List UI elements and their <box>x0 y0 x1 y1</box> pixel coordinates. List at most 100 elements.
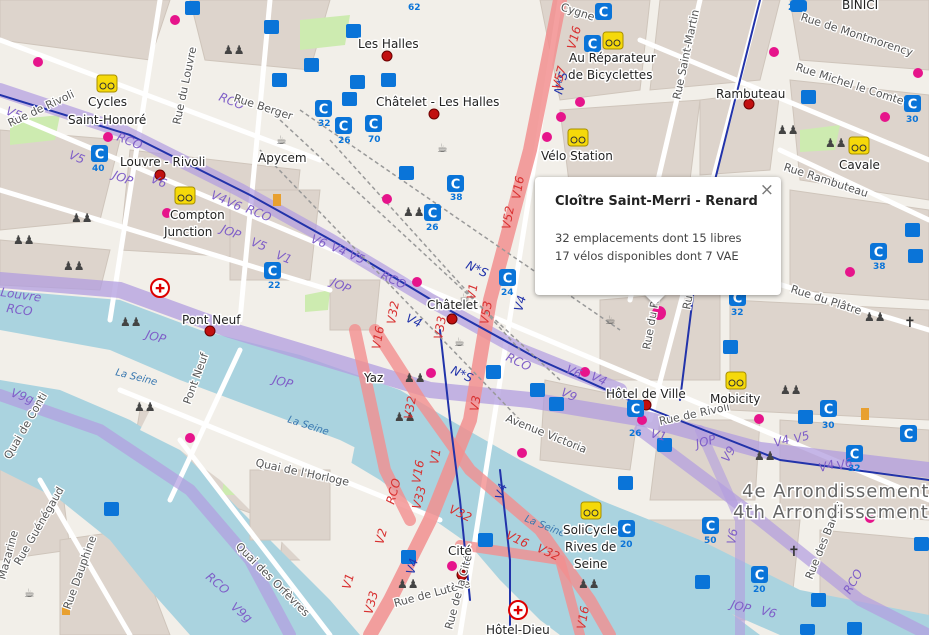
svg-text:♟♟: ♟♟ <box>754 449 776 463</box>
svg-text:Rives de: Rives de <box>565 540 616 554</box>
bike-station-c-icon: C <box>904 95 921 113</box>
bike-station-c-icon: C <box>627 400 644 418</box>
svg-text:C: C <box>339 120 349 135</box>
svg-text:✝: ✝ <box>788 544 800 560</box>
svg-text:C: C <box>268 265 278 280</box>
svg-text:C: C <box>706 520 716 535</box>
svg-text:♟♟: ♟♟ <box>71 211 93 225</box>
svg-text:BINICI: BINICI <box>842 0 878 12</box>
svg-text:Châtelet - Les Halles: Châtelet - Les Halles <box>376 95 499 109</box>
svg-text:♟♟: ♟♟ <box>404 371 426 385</box>
bike-station-c-icon: C <box>595 3 612 21</box>
svg-text:C: C <box>874 246 884 261</box>
svg-text:40: 40 <box>92 164 105 174</box>
svg-text:30: 30 <box>822 421 835 431</box>
svg-text:C: C <box>599 6 609 21</box>
svg-text:☕: ☕ <box>24 586 35 600</box>
bike-shop-icon <box>567 128 589 147</box>
svg-text:4e Arrondissement: 4e Arrondissement <box>742 481 929 502</box>
svg-text:26: 26 <box>629 429 642 439</box>
svg-text:Hôtel-Dieu: Hôtel-Dieu <box>486 623 550 635</box>
bike-shop-icon <box>96 74 118 93</box>
svg-text:C: C <box>622 523 632 538</box>
svg-text:28: 28 <box>788 3 801 13</box>
svg-text:♟♟: ♟♟ <box>825 136 847 150</box>
svg-text:22: 22 <box>268 281 281 291</box>
bike-station-c-icon: C <box>424 204 441 222</box>
bike-station-c-icon: C <box>618 520 635 538</box>
svg-text:Les Halles: Les Halles <box>358 37 419 51</box>
svg-text:Cité: Cité <box>448 544 472 558</box>
svg-text:C: C <box>755 569 765 584</box>
svg-text:26: 26 <box>338 136 351 146</box>
svg-text:26: 26 <box>426 223 439 233</box>
svg-text:SoliCycle: SoliCycle <box>563 523 617 537</box>
svg-text:C: C <box>824 403 834 418</box>
svg-text:♟♟: ♟♟ <box>120 315 142 329</box>
svg-text:♟♟: ♟♟ <box>134 400 156 414</box>
svg-text:C: C <box>451 178 461 193</box>
popup-docks-info: 32 emplacements dont 15 libres <box>555 231 742 245</box>
svg-text:Seine: Seine <box>574 557 607 571</box>
svg-text:C: C <box>319 103 329 118</box>
svg-text:70: 70 <box>368 135 381 145</box>
svg-text:C: C <box>369 118 379 133</box>
popup-pointer <box>644 294 666 305</box>
bike-station-c-icon: C <box>751 566 768 584</box>
svg-text:24: 24 <box>501 288 514 298</box>
station-popup: × Cloître Saint-Merri - Renard 32 emplac… <box>535 177 781 295</box>
svg-text:Châtelet: Châtelet <box>427 298 478 312</box>
hospital-icon: ✚ <box>150 278 170 298</box>
bike-shop-icon <box>174 186 196 205</box>
svg-text:Hôtel de Ville: Hôtel de Ville <box>606 387 686 401</box>
hospital-icon: ✚ <box>508 600 528 620</box>
svg-text:Louvre - Rivoli: Louvre - Rivoli <box>120 155 205 169</box>
svg-text:Cavale: Cavale <box>839 158 880 172</box>
svg-text:☕: ☕ <box>605 313 616 327</box>
svg-text:38: 38 <box>450 193 463 203</box>
svg-text:20: 20 <box>753 585 766 595</box>
svg-text:♟♟: ♟♟ <box>777 123 799 137</box>
svg-text:V1: V1 <box>427 447 444 465</box>
map-canvas[interactable]: C C C C C C C C C C C C C C C C C C C C … <box>0 0 929 635</box>
bike-station-c-icon: C <box>870 243 887 261</box>
bike-station-c-icon: C <box>820 400 837 418</box>
bike-shop-icon <box>580 501 602 520</box>
bike-station-c-icon: C <box>91 145 108 163</box>
svg-text:♟♟: ♟♟ <box>397 577 419 591</box>
svg-text:32: 32 <box>731 308 744 318</box>
bike-station-c-icon: C <box>499 269 516 287</box>
bike-station-c-icon: C <box>447 175 464 193</box>
svg-text:✚: ✚ <box>155 282 165 296</box>
svg-text:♟♟: ♟♟ <box>780 383 802 397</box>
svg-text:62: 62 <box>408 3 421 13</box>
svg-text:20: 20 <box>620 540 633 550</box>
svg-text:32: 32 <box>318 119 331 129</box>
svg-text:Cycles: Cycles <box>88 95 127 109</box>
svg-text:♟♟: ♟♟ <box>63 259 85 273</box>
svg-text:Apycem: Apycem <box>258 151 307 165</box>
bike-shop-icon <box>602 31 624 50</box>
svg-text:☕: ☕ <box>437 141 448 155</box>
svg-text:Vélo Station: Vélo Station <box>541 149 613 163</box>
close-icon[interactable]: × <box>760 181 774 199</box>
svg-text:V6: V6 <box>724 527 741 545</box>
svg-text:Compton: Compton <box>170 208 225 222</box>
bike-station-c-icon: C <box>264 262 281 280</box>
district-labels: 4e Arrondissement 4th Arrondissement <box>732 480 929 525</box>
bike-station-c-icon: C <box>900 425 917 443</box>
bike-station-c-icon: C <box>702 517 719 535</box>
svg-text:Saint-Honoré: Saint-Honoré <box>68 113 146 127</box>
svg-text:♟♟: ♟♟ <box>13 233 35 247</box>
svg-text:C: C <box>631 403 641 418</box>
popup-title: Cloître Saint-Merri - Renard <box>555 194 758 209</box>
svg-text:♟♟: ♟♟ <box>223 43 245 57</box>
bike-shop-icon <box>848 136 870 155</box>
svg-text:C: C <box>428 207 438 222</box>
bike-station-c-icon: C <box>584 35 601 53</box>
svg-text:de Bicyclettes: de Bicyclettes <box>568 68 652 82</box>
svg-text:☕: ☕ <box>276 133 287 147</box>
svg-text:Mobicity: Mobicity <box>710 392 760 406</box>
svg-text:Yaz: Yaz <box>363 371 383 385</box>
svg-text:V3: V3 <box>467 394 484 412</box>
